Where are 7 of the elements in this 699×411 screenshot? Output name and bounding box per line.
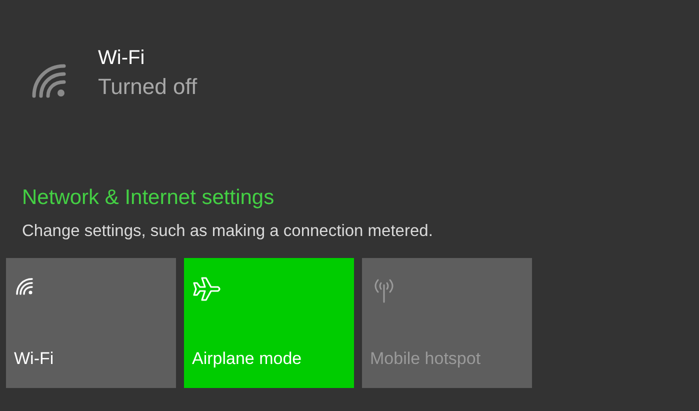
settings-link[interactable]: Network & Internet settings: [22, 184, 274, 212]
quick-action-tile[interactable]: Wi-Fi: [6, 258, 176, 388]
airplane-icon: [192, 276, 222, 302]
wifi-icon: [14, 276, 34, 296]
description: Change settings, such as making a connection metered.: [22, 221, 433, 242]
network-status: Turned off: [98, 73, 198, 101]
network-name: Wi-Fi: [98, 46, 146, 71]
